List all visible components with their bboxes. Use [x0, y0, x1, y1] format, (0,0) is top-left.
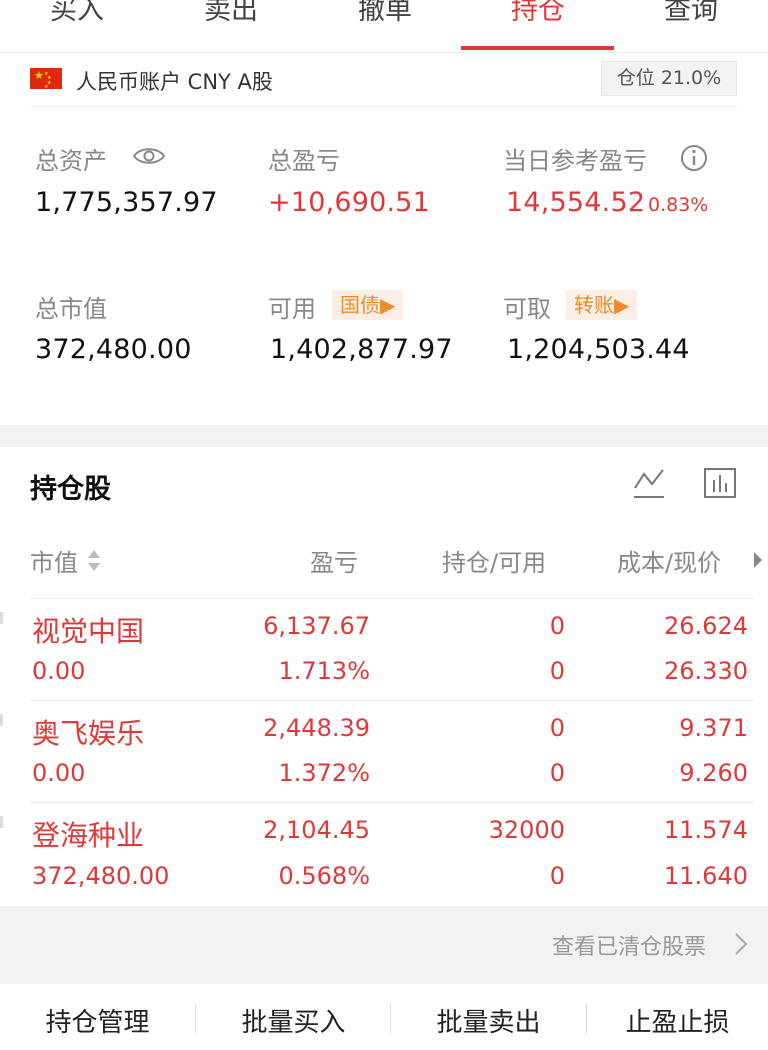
eye-icon[interactable]	[132, 145, 166, 171]
total-assets-value: 1,775,357.97	[35, 187, 218, 218]
pl-value: 2,104.45	[263, 816, 370, 844]
top-tab-bar: 买入 卖出 撤单 持仓 查询	[0, 0, 768, 53]
section-spacer	[0, 425, 768, 447]
available: 0	[549, 657, 565, 685]
total-pl-value: +10,690.51	[268, 187, 431, 218]
tab-cancel-order[interactable]: 撤单	[308, 0, 462, 27]
pl-value: 2,448.39	[263, 714, 370, 742]
info-icon[interactable]	[679, 143, 709, 177]
available-value: 1,402,877.97	[270, 334, 453, 365]
treasury-bond-tag[interactable]: 国债▶	[332, 290, 404, 320]
market-value-label: 总市值	[35, 295, 107, 323]
total-pl-label: 总盈亏	[268, 147, 340, 175]
divider	[30, 802, 754, 803]
take-profit-stop-loss-button[interactable]: 止盈止损	[587, 1002, 768, 1039]
pl-percent: 1.372%	[278, 759, 370, 787]
withdrawable-value: 1,204,503.44	[507, 334, 690, 365]
china-flag-icon: ★ ★ ★ ★ ★	[30, 68, 62, 90]
tab-query[interactable]: 查询	[614, 0, 768, 27]
daily-pl-value: 14,554.52	[506, 187, 646, 218]
pl-value: 6,137.67	[263, 612, 370, 640]
header-cost-price: 成本/现价	[617, 549, 722, 577]
view-cleared-link[interactable]: 查看已清仓股票	[552, 929, 706, 961]
divider	[30, 700, 754, 701]
line-chart-icon[interactable]	[632, 466, 666, 504]
pl-percent: 0.568%	[278, 862, 370, 890]
market-value: 372,480.00	[32, 862, 170, 890]
chevron-right-icon[interactable]	[752, 550, 764, 574]
divider	[30, 106, 738, 107]
position-management-button[interactable]: 持仓管理	[0, 1002, 195, 1039]
batch-sell-button[interactable]: 批量卖出	[391, 1002, 586, 1039]
header-market-value[interactable]: 市值	[30, 543, 78, 578]
holdings-title: 持仓股	[30, 474, 111, 505]
tab-sell[interactable]: 卖出	[154, 0, 308, 27]
market-value: 0.00	[32, 759, 86, 787]
market-value: 0.00	[32, 657, 86, 685]
available: 0	[549, 759, 565, 787]
header-position: 持仓/可用	[442, 549, 547, 577]
position: 0	[549, 714, 565, 742]
position: 32000	[488, 816, 565, 844]
position-ratio-badge: 仓位 21.0%	[601, 61, 737, 96]
cost: 26.624	[664, 612, 748, 640]
available-label: 可用	[268, 295, 316, 323]
daily-pl-percent: 0.83%	[648, 194, 709, 216]
price: 11.640	[664, 862, 748, 890]
header-pl: 盈亏	[310, 549, 358, 577]
withdrawable-label: 可取	[503, 295, 551, 323]
account-label[interactable]: 人民币账户 CNY A股	[76, 66, 273, 96]
stock-name: 登海种业	[32, 819, 145, 852]
price: 26.330	[664, 657, 748, 685]
bar-chart-icon[interactable]	[703, 466, 737, 504]
cost: 11.574	[664, 816, 748, 844]
tab-buy[interactable]: 买入	[0, 0, 154, 27]
pl-percent: 1.713%	[278, 657, 370, 685]
cost: 9.371	[679, 714, 748, 742]
chevron-right-icon[interactable]	[734, 932, 748, 960]
divider	[30, 598, 754, 599]
sort-icon[interactable]	[87, 548, 101, 578]
row-marker	[0, 816, 3, 828]
market-value-value: 372,480.00	[35, 334, 192, 365]
price: 9.260	[679, 759, 748, 787]
available: 0	[549, 862, 565, 890]
active-tab-indicator	[461, 46, 614, 50]
stock-name: 视觉中国	[32, 615, 145, 648]
stock-name: 奥飞娱乐	[32, 717, 145, 750]
batch-buy-button[interactable]: 批量买入	[196, 1002, 391, 1039]
position: 0	[549, 612, 565, 640]
row-marker	[0, 612, 3, 624]
transfer-tag[interactable]: 转账▶	[566, 290, 638, 320]
tab-positions[interactable]: 持仓	[461, 0, 615, 27]
daily-pl-label: 当日参考盈亏	[503, 147, 647, 175]
total-assets-label: 总资产	[35, 147, 107, 175]
row-marker	[0, 714, 3, 726]
